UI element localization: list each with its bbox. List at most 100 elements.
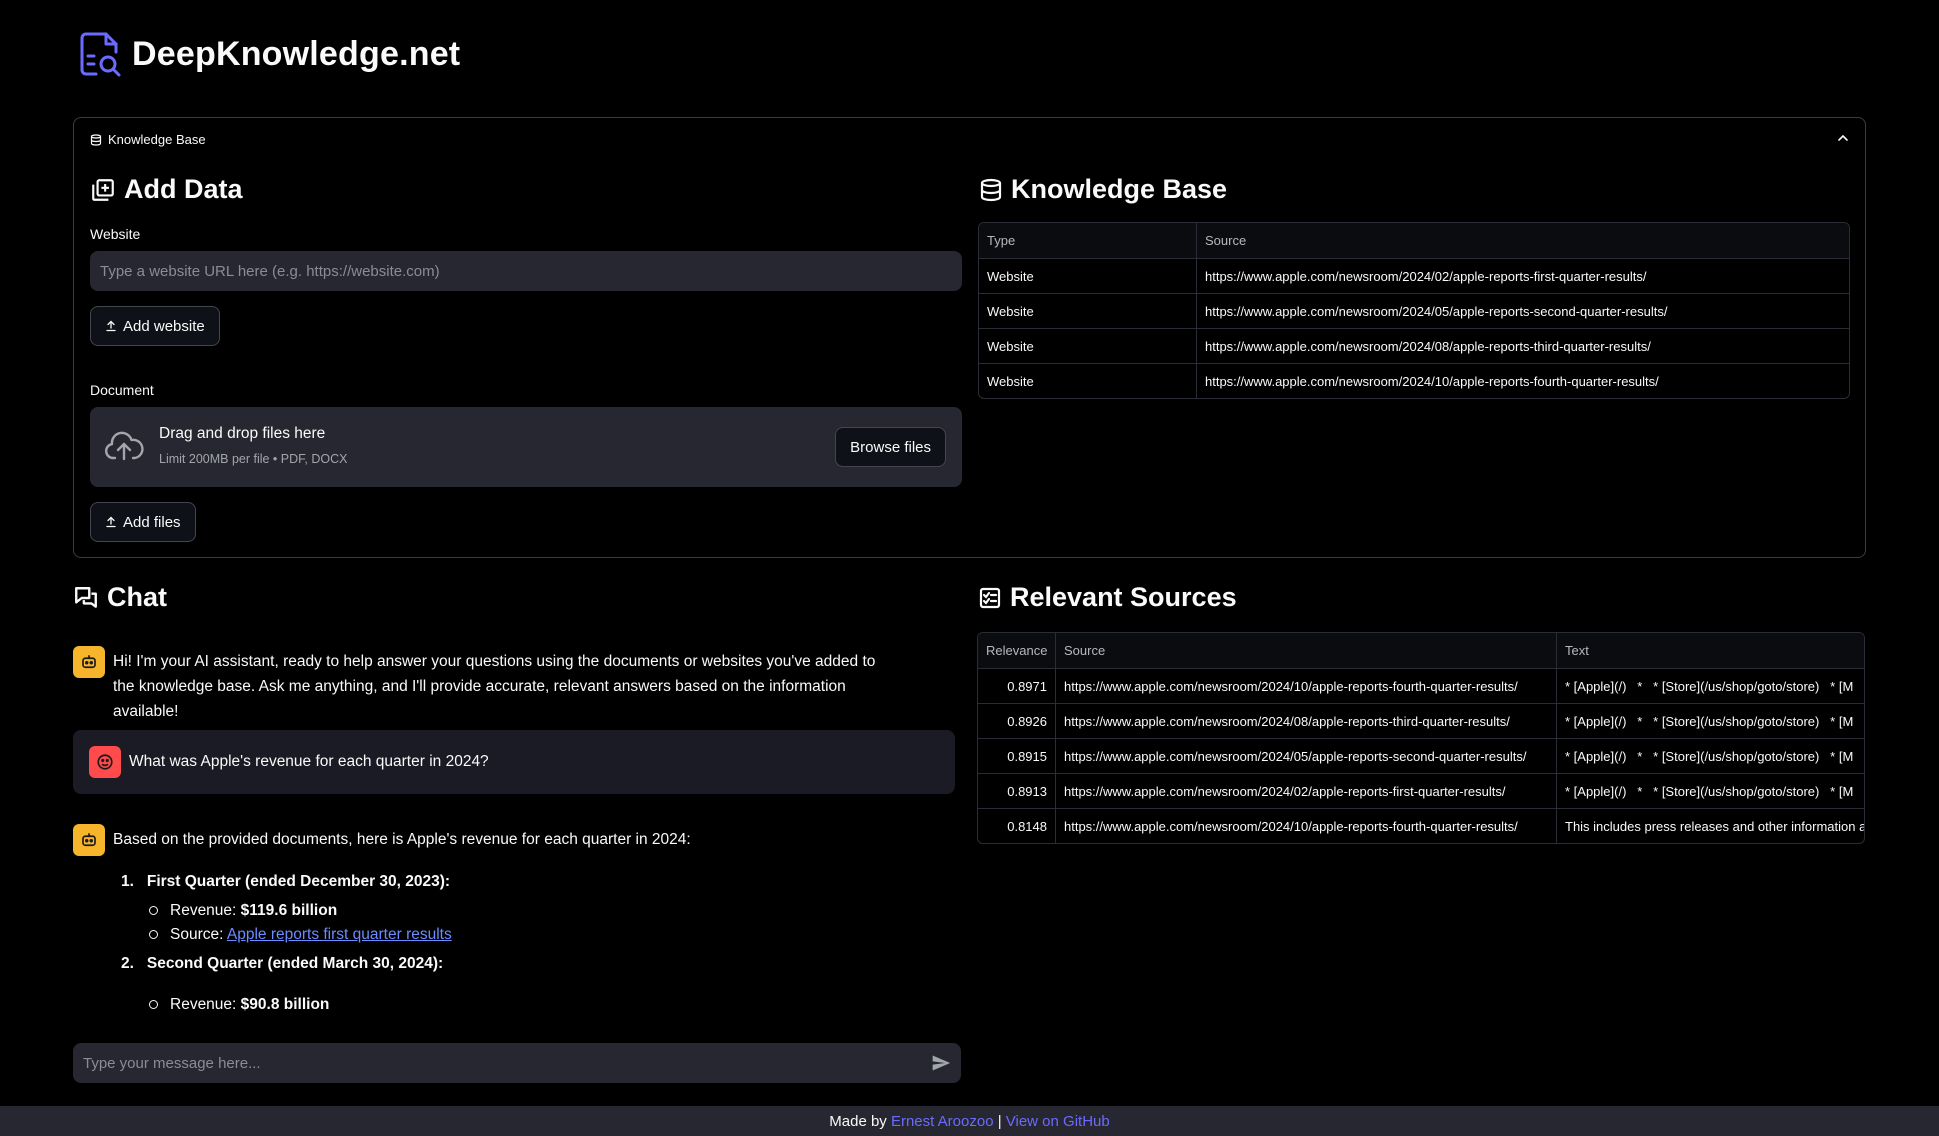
column-header-source[interactable]: Source [1055, 633, 1556, 668]
bullet-icon [149, 1000, 158, 1009]
upload-icon [106, 320, 116, 332]
q1-revenue: $119.6 billion [240, 902, 338, 919]
assistant-message: Hi! I'm your AI assistant, ready to help… [73, 646, 893, 724]
website-label: Website [90, 226, 141, 242]
cell-source: https://www.apple.com/newsroom/2024/08/a… [1196, 329, 1849, 363]
website-url-input[interactable] [90, 251, 962, 291]
table-header-row: Relevance Source Text [978, 633, 1864, 668]
list-item: Revenue: $119.6 billion Source: Apple re… [121, 898, 691, 947]
table-row[interactable]: Website https://www.apple.com/newsroom/2… [979, 328, 1849, 363]
chat-input-box [73, 1043, 961, 1083]
table-row[interactable]: 0.8971 https://www.apple.com/newsroom/20… [978, 668, 1864, 703]
table-row[interactable]: 0.8148 https://www.apple.com/newsroom/20… [978, 808, 1864, 843]
browse-files-button[interactable]: Browse files [835, 427, 946, 467]
send-icon[interactable] [931, 1053, 951, 1073]
dropzone-limit: Limit 200MB per file • PDF, DOCX [159, 452, 348, 466]
github-link[interactable]: View on GitHub [1006, 1113, 1110, 1130]
assistant-answer: Based on the provided documents, here is… [73, 824, 953, 1017]
user-message: What was Apple's revenue for each quarte… [73, 730, 955, 794]
file-dropzone[interactable]: Drag and drop files here Limit 200MB per… [90, 407, 962, 487]
table-row[interactable]: Website https://www.apple.com/newsroom/2… [979, 258, 1849, 293]
checklist-icon [979, 587, 1001, 608]
knowledge-base-table[interactable]: Type Source Website https://www.apple.co… [978, 222, 1850, 399]
cell-text: * [Apple](/) * * [Store](/us/shop/goto/s… [1556, 739, 1864, 773]
chat-message-input[interactable] [73, 1043, 913, 1083]
user-question: What was Apple's revenue for each quarte… [129, 753, 489, 770]
table-row[interactable]: Website https://www.apple.com/newsroom/2… [979, 363, 1849, 398]
column-header-relevance[interactable]: Relevance [978, 633, 1055, 668]
column-header-type[interactable]: Type [979, 223, 1196, 258]
expander-header[interactable]: Knowledge Base [90, 132, 206, 147]
robot-icon [82, 655, 96, 669]
knowledge-base-heading: Knowledge Base [979, 174, 1227, 205]
cell-text: * [Apple](/) * * [Store](/us/shop/goto/s… [1556, 669, 1864, 703]
table-row[interactable]: 0.8915 https://www.apple.com/newsroom/20… [978, 738, 1864, 773]
chat-heading: Chat [73, 582, 167, 613]
cell-source: https://www.apple.com/newsroom/2024/10/a… [1055, 669, 1556, 703]
cell-type: Website [987, 268, 1034, 284]
q1-heading: First Quarter (ended December 30, 2023): [146, 873, 451, 890]
chat-messages[interactable]: Hi! I'm your AI assistant, ready to help… [0, 630, 980, 1028]
smiley-icon [97, 754, 113, 770]
list-item: 1. First Quarter (ended December 30, 202… [121, 873, 451, 890]
robot-icon [82, 833, 96, 847]
app-title: DeepKnowledge.net [132, 34, 461, 73]
knowledge-base-expander: Knowledge Base Add Data Website Add webs… [73, 117, 1866, 558]
q2-heading: Second Quarter (ended March 30, 2024): [146, 955, 444, 972]
cell-text: * [Apple](/) * * [Store](/us/shop/goto/s… [1556, 774, 1864, 808]
cell-source: https://www.apple.com/newsroom/2024/02/a… [1055, 774, 1556, 808]
cell-source: https://www.apple.com/newsroom/2024/02/a… [1196, 259, 1849, 293]
add-website-button[interactable]: Add website [90, 306, 220, 346]
cell-source: https://www.apple.com/newsroom/2024/05/a… [1196, 294, 1849, 328]
footer: Made by Ernest Aroozoo | View on GitHub [0, 1106, 1939, 1136]
bot-avatar [73, 824, 105, 856]
relevant-sources-table[interactable]: Relevance Source Text 0.8971 https://www… [977, 632, 1865, 844]
column-header-text[interactable]: Text [1556, 633, 1864, 668]
cell-relevance: 0.8148 [1007, 818, 1047, 834]
dropzone-title: Drag and drop files here [159, 425, 326, 442]
document-search-icon [80, 32, 121, 77]
cell-source: https://www.apple.com/newsroom/2024/10/a… [1196, 364, 1849, 398]
author-link[interactable]: Ernest Aroozoo [891, 1113, 994, 1130]
q2-revenue: $90.8 billion [240, 996, 330, 1013]
column-header-source[interactable]: Source [1196, 223, 1849, 258]
app-header: DeepKnowledge.net [78, 30, 460, 78]
table-row[interactable]: 0.8913 https://www.apple.com/newsroom/20… [978, 773, 1864, 808]
add-data-heading: Add Data [90, 174, 243, 205]
chevron-up-icon[interactable] [1835, 130, 1851, 146]
cell-relevance: 0.8913 [1007, 783, 1047, 799]
table-row[interactable]: Website https://www.apple.com/newsroom/2… [979, 293, 1849, 328]
list-item: 2. Second Quarter (ended March 30, 2024)… [121, 955, 444, 972]
document-label: Document [90, 382, 154, 398]
cell-source: https://www.apple.com/newsroom/2024/05/a… [1055, 739, 1556, 773]
cell-relevance: 0.8926 [1007, 713, 1047, 729]
relevant-sources-heading: Relevant Sources [978, 582, 1237, 613]
cell-relevance: 0.8971 [1007, 678, 1047, 694]
cloud-upload-icon [104, 431, 144, 461]
table-row[interactable]: 0.8926 https://www.apple.com/newsroom/20… [978, 703, 1864, 738]
cell-type: Website [987, 373, 1034, 389]
answer-intro: Based on the provided documents, here is… [113, 831, 691, 848]
cell-source: https://www.apple.com/newsroom/2024/10/a… [1055, 809, 1556, 843]
bullet-icon [149, 906, 158, 915]
cell-relevance: 0.8915 [1007, 748, 1047, 764]
expander-label: Knowledge Base [108, 132, 206, 147]
bot-avatar [73, 646, 105, 678]
cell-type: Website [987, 303, 1034, 319]
list-item: Revenue: $90.8 billion [121, 992, 691, 1017]
q1-source-link[interactable]: Apple reports first quarter results [227, 926, 452, 943]
library-add-icon [92, 178, 114, 201]
user-avatar [89, 746, 121, 778]
cell-text: This includes press releases and other i… [1556, 809, 1864, 843]
table-header-row: Type Source [979, 223, 1849, 258]
bullet-icon [149, 930, 158, 939]
cell-type: Website [987, 338, 1034, 354]
database-icon [90, 133, 102, 146]
chat-icon [75, 586, 97, 608]
upload-icon [106, 516, 116, 528]
database-icon [980, 178, 1002, 201]
cell-text: * [Apple](/) * * [Store](/us/shop/goto/s… [1556, 704, 1864, 738]
cell-source: https://www.apple.com/newsroom/2024/08/a… [1055, 704, 1556, 738]
add-files-button[interactable]: Add files [90, 502, 196, 542]
assistant-greeting: Hi! I'm your AI assistant, ready to help… [113, 653, 876, 720]
